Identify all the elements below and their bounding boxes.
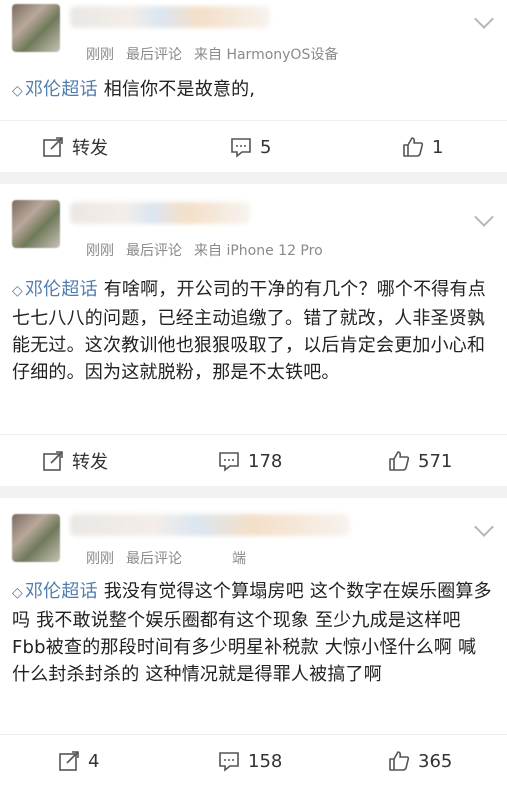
chevron-down-icon[interactable] <box>474 207 494 227</box>
like-count: 365 <box>418 750 453 772</box>
topic-label: 邓伦超话 <box>24 279 98 300</box>
post-content: 相信你不是故意的, <box>103 79 256 100</box>
repost-label: 转发 <box>72 138 108 159</box>
post-label: 最后评论 <box>126 243 182 259</box>
post-1: 刚刚 最后评论 来自 HarmonyOS设备 ◇ 邓伦超话 相信你不是故意的, 转发 … <box>0 0 507 172</box>
post-meta: 刚刚 最后评论 端 <box>86 548 246 568</box>
repost-button[interactable]: 转发 <box>42 435 108 487</box>
post-meta: 刚刚 最后评论 来自 HarmonyOS设备 <box>86 44 338 64</box>
action-bar: 转发 5 1 <box>0 120 507 173</box>
like-button[interactable]: 1 <box>402 121 443 173</box>
topic-link[interactable]: ◇ 邓伦超话 <box>12 581 98 602</box>
like-count: 571 <box>418 450 453 472</box>
post-time: 刚刚 <box>86 47 114 63</box>
post-source: 端 <box>232 551 246 567</box>
comment-count: 158 <box>248 750 283 772</box>
post-3: 刚刚 最后评论 端 ◇ 邓伦超话 我没有觉得这个算塌房吧 这个数字在娱乐圈算多吗 我不… <box>0 498 507 786</box>
avatar[interactable] <box>12 200 60 248</box>
comment-icon <box>218 450 240 472</box>
action-bar: 4 158 365 <box>0 734 507 787</box>
topic-link[interactable]: ◇ 邓伦超话 <box>12 279 98 300</box>
repost-label: 转发 <box>72 452 108 473</box>
comment-button[interactable]: 178 <box>218 435 282 487</box>
chevron-down-icon[interactable] <box>474 517 494 537</box>
post-source: 来自 iPhone 12 Pro <box>194 243 323 259</box>
diamond-icon: ◇ <box>12 283 23 299</box>
repost-button[interactable]: 转发 <box>42 121 108 173</box>
username-blurred[interactable] <box>70 6 270 28</box>
avatar[interactable] <box>12 514 60 562</box>
diamond-icon: ◇ <box>12 585 23 601</box>
post-text: ◇ 邓伦超话 有啥啊，开公司的干净的有几个？哪个不得有点七七八八的问题，已经主动追… <box>12 276 493 386</box>
avatar[interactable] <box>12 4 60 52</box>
comment-count: 5 <box>260 136 272 158</box>
repost-count: 4 <box>88 750 100 772</box>
username-blurred[interactable] <box>70 202 250 224</box>
comment-count: 178 <box>248 450 283 472</box>
like-count: 1 <box>432 136 444 158</box>
topic-link[interactable]: ◇ 邓伦超话 <box>12 79 98 100</box>
chevron-down-icon[interactable] <box>474 9 494 29</box>
username-blurred[interactable] <box>70 514 350 536</box>
post-meta: 刚刚 最后评论 来自 iPhone 12 Pro <box>86 240 323 260</box>
post-label: 最后评论 <box>126 551 182 567</box>
like-button[interactable]: 365 <box>388 735 452 787</box>
topic-label: 邓伦超话 <box>24 79 98 100</box>
comment-button[interactable]: 158 <box>218 735 282 787</box>
separator <box>0 486 507 498</box>
post-text: ◇ 邓伦超话 我没有觉得这个算塌房吧 这个数字在娱乐圈算多吗 我不敢说整个娱乐圈都… <box>12 578 493 688</box>
repost-icon <box>58 750 80 772</box>
post-source: 来自 HarmonyOS设备 <box>194 47 339 63</box>
comment-icon <box>218 750 240 772</box>
post-label: 最后评论 <box>126 47 182 63</box>
separator <box>0 172 507 184</box>
diamond-icon: ◇ <box>12 83 23 99</box>
comment-button[interactable]: 5 <box>230 121 271 173</box>
thumbs-up-icon <box>388 750 410 772</box>
thumbs-up-icon <box>402 136 424 158</box>
post-time: 刚刚 <box>86 243 114 259</box>
topic-label: 邓伦超话 <box>24 581 98 602</box>
repost-icon <box>42 136 64 158</box>
post-time: 刚刚 <box>86 551 114 567</box>
action-bar: 转发 178 571 <box>0 434 507 487</box>
post-text: ◇ 邓伦超话 相信你不是故意的, <box>12 76 493 105</box>
like-button[interactable]: 571 <box>388 435 452 487</box>
post-2: 刚刚 最后评论 来自 iPhone 12 Pro ◇ 邓伦超话 有啥啊，开公司的干净的… <box>0 184 507 486</box>
thumbs-up-icon <box>388 450 410 472</box>
comment-icon <box>230 136 252 158</box>
repost-icon <box>42 450 64 472</box>
repost-button[interactable]: 4 <box>58 735 99 787</box>
